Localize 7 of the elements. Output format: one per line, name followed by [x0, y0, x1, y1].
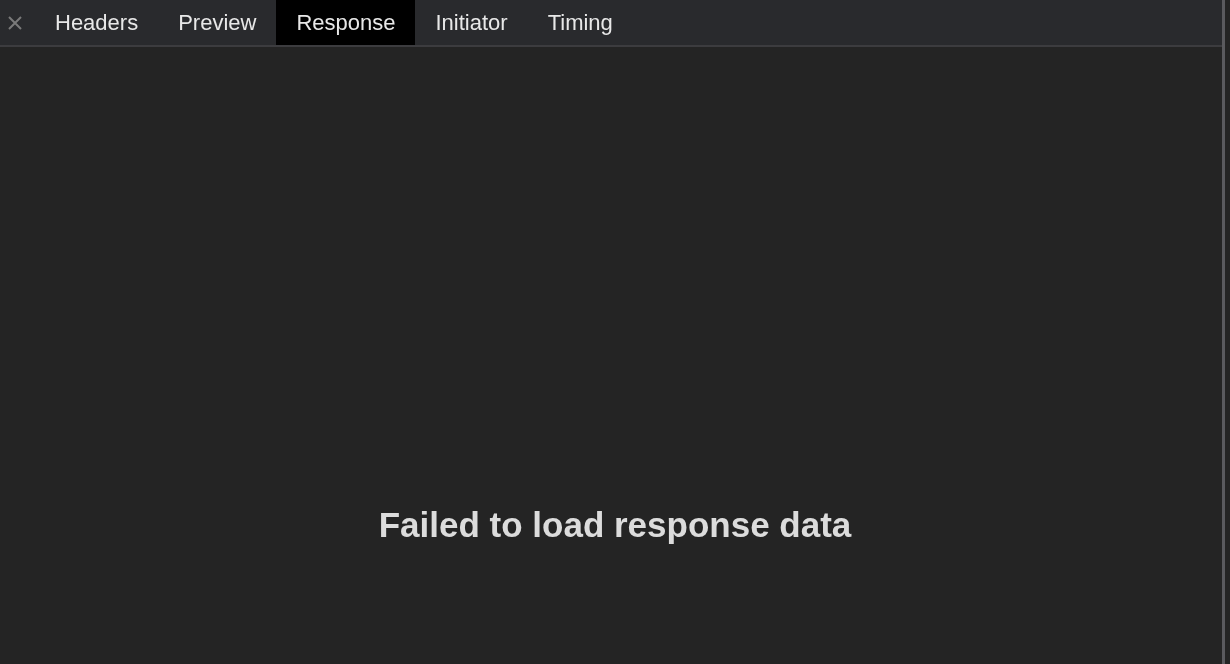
tab[interactable]: Headers	[35, 0, 159, 45]
tab[interactable]: Timing	[527, 0, 633, 45]
close-icon	[8, 15, 22, 30]
tab[interactable]: Preview	[158, 0, 277, 45]
tab[interactable]: Initiator	[415, 0, 528, 45]
error-message: Failed to load response data	[378, 505, 852, 545]
tab[interactable]: Response	[276, 0, 416, 45]
